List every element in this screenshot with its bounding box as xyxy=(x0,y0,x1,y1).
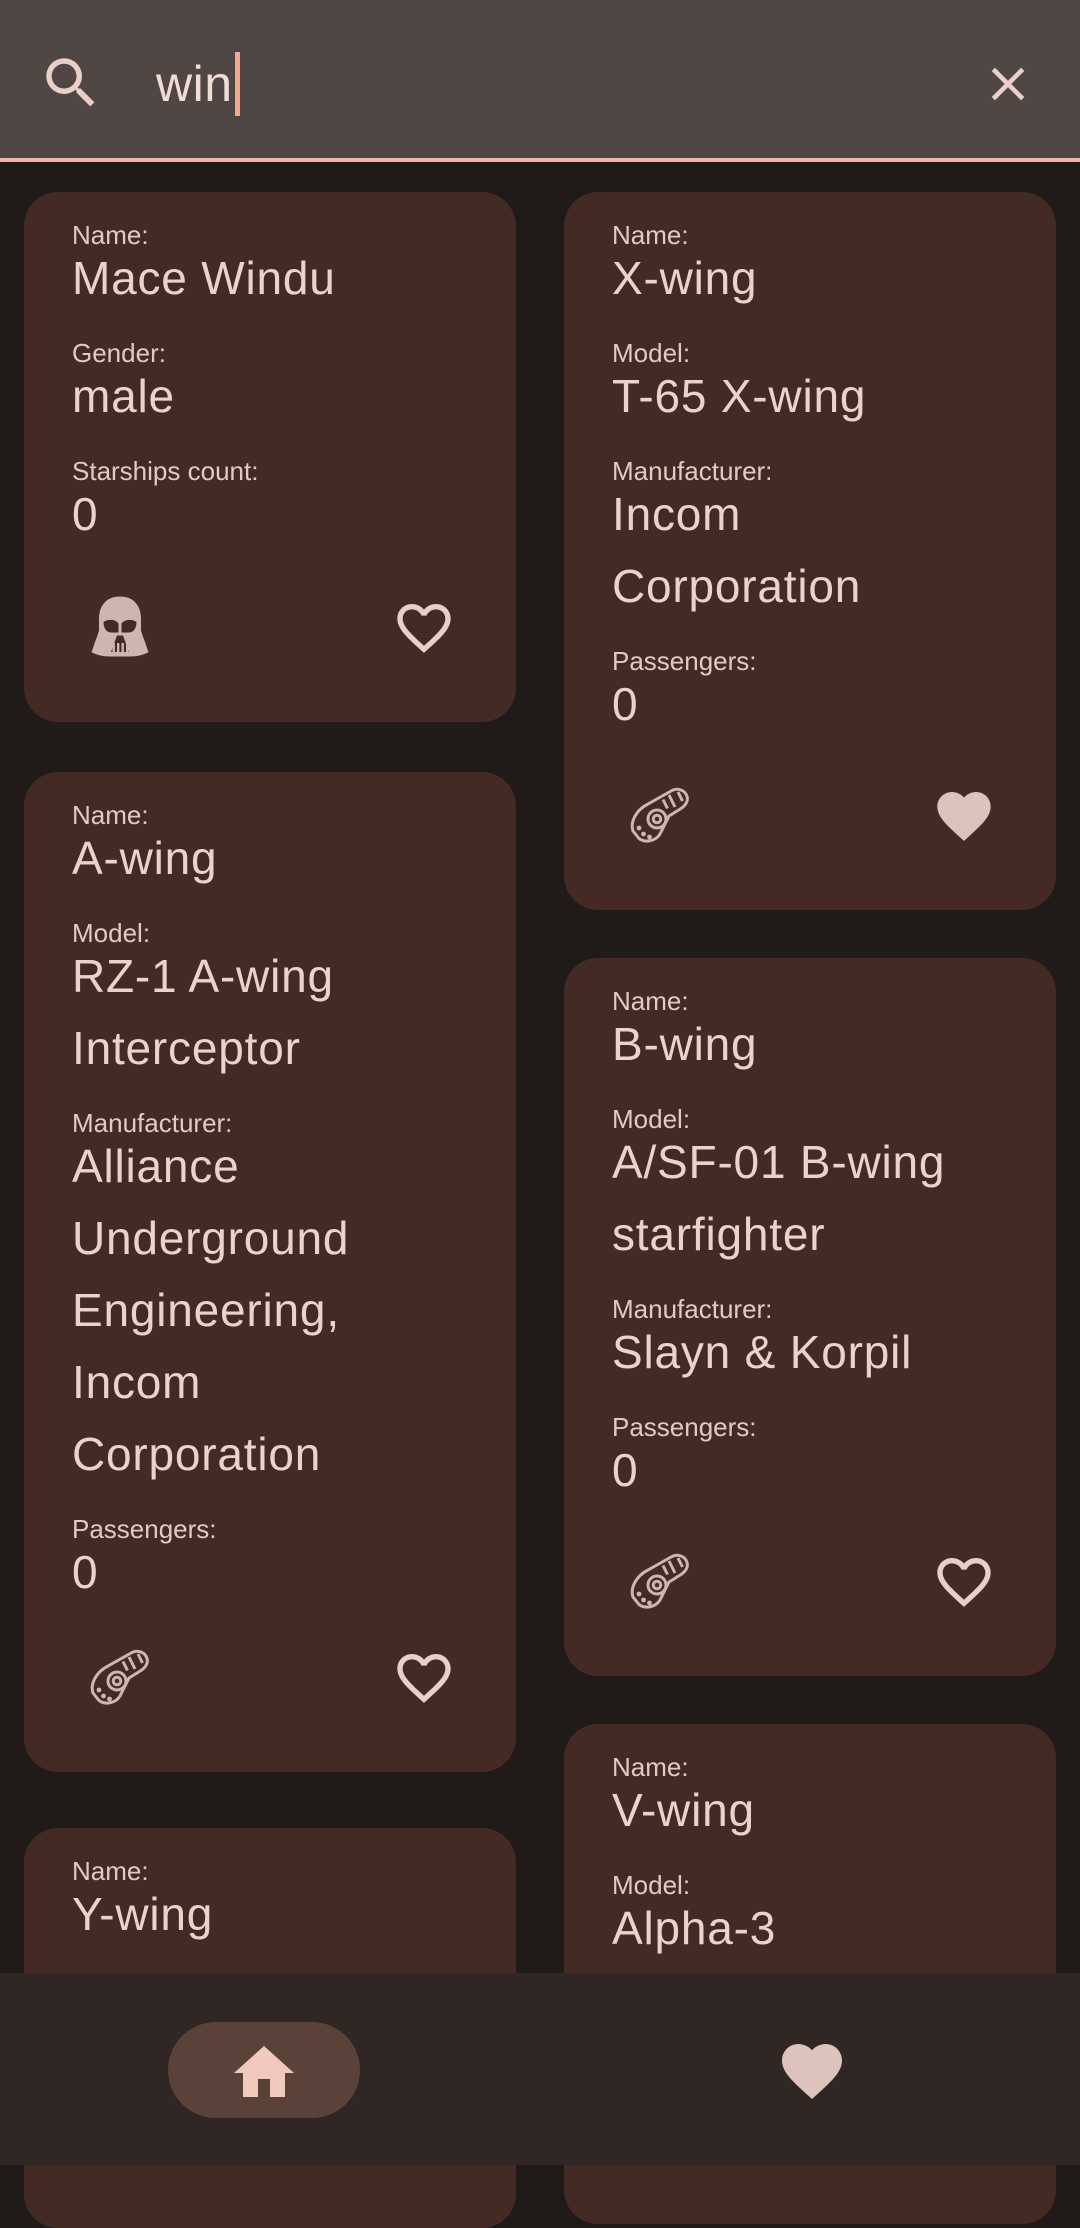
starship-icon xyxy=(90,1649,149,1705)
character-name: Mace Windu xyxy=(72,252,336,304)
starships-count-value: 0 xyxy=(72,488,99,540)
starship-model: Alpha-3 xyxy=(612,1902,777,1954)
manufacturer-line: Engineering, xyxy=(72,1284,340,1336)
favorite-outline-icon[interactable] xyxy=(932,1550,996,1614)
search-input-text: win xyxy=(156,56,233,112)
text-cursor xyxy=(234,52,240,116)
nav-favorites-icon[interactable] xyxy=(776,2035,848,2107)
manufacturer-line: Incom xyxy=(72,1356,202,1408)
bottom-navigation xyxy=(0,1973,1080,2165)
starship-model: T-65 X-wing xyxy=(612,370,867,422)
starship-name: Y-wing xyxy=(72,1888,214,1940)
manufacturer-line: Corporation xyxy=(72,1428,322,1480)
character-gender: male xyxy=(72,370,175,422)
close-icon[interactable] xyxy=(980,56,1036,112)
starship-card[interactable]: Name: X-wing Model: T-65 X-wing Manufact… xyxy=(564,192,1056,910)
card-footer xyxy=(24,592,516,664)
model-line: RZ-1 A-wing xyxy=(72,950,334,1002)
manufacturer-line: Incom xyxy=(612,488,742,540)
darth-vader-helmet-icon xyxy=(91,596,149,657)
search-input[interactable]: win xyxy=(156,44,240,124)
search-bar: win xyxy=(0,0,1080,162)
starship-model: A/SF-01 B-wing starfighter xyxy=(612,1126,1008,1270)
model-line: A/SF-01 B-wing xyxy=(612,1136,946,1188)
starship-name: X-wing xyxy=(612,252,758,304)
starship-icon xyxy=(630,787,689,843)
home-icon xyxy=(234,2046,294,2097)
starship-passengers: 0 xyxy=(72,1546,99,1598)
favorite-filled-icon[interactable] xyxy=(932,784,996,848)
model-line: starfighter xyxy=(612,1208,826,1260)
manufacturer-line: Underground xyxy=(72,1212,350,1264)
manufacturer-line: Corporation xyxy=(612,560,862,612)
card-footer xyxy=(24,1642,516,1714)
starship-card[interactable]: Name: B-wing Model: A/SF-01 B-wing starf… xyxy=(564,958,1056,1676)
character-card[interactable]: Name: Mace Windu Gender: male Starships … xyxy=(24,192,516,722)
card-footer xyxy=(564,1546,1056,1618)
manufacturer-line: Alliance xyxy=(72,1140,240,1192)
card-footer xyxy=(564,780,1056,852)
search-icon[interactable] xyxy=(38,50,104,116)
starship-passengers: 0 xyxy=(612,678,639,730)
starship-model: RZ-1 A-wing Interceptor xyxy=(72,940,468,1084)
starship-name: B-wing xyxy=(612,1018,758,1070)
favorite-outline-icon[interactable] xyxy=(392,596,456,660)
starship-manufacturer: Incom Corporation xyxy=(612,478,1008,622)
starship-card[interactable]: Name: A-wing Model: RZ-1 A-wing Intercep… xyxy=(24,772,516,1772)
starship-passengers: 0 xyxy=(612,1444,639,1496)
model-line: Interceptor xyxy=(72,1022,301,1074)
starship-icon xyxy=(630,1553,689,1609)
starship-manufacturer: Alliance Underground Engineering, Incom … xyxy=(72,1130,468,1490)
starship-name: V-wing xyxy=(612,1784,755,1836)
favorite-outline-icon[interactable] xyxy=(392,1646,456,1710)
starship-name: A-wing xyxy=(72,832,218,884)
nav-home-button[interactable] xyxy=(168,2022,360,2118)
starship-manufacturer: Slayn & Korpil xyxy=(612,1326,913,1378)
